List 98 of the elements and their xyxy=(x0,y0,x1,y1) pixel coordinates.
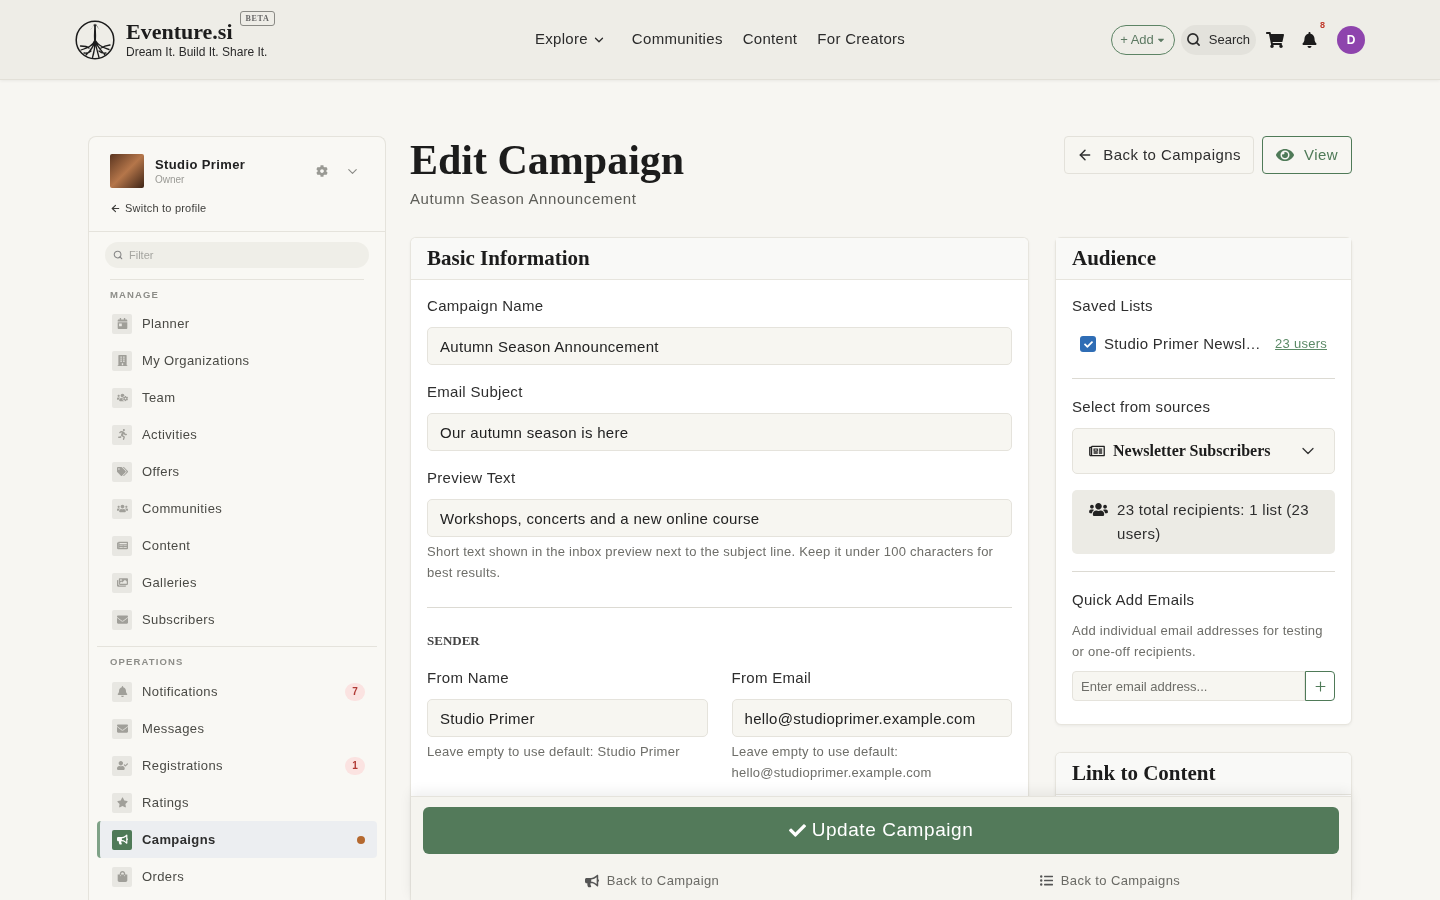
settings-icon[interactable] xyxy=(316,165,328,177)
list-icon xyxy=(1039,874,1053,888)
field-label: From Email xyxy=(731,668,813,688)
sidebar-item[interactable]: Orders xyxy=(97,858,377,895)
nav-link[interactable]: For Creators xyxy=(817,28,906,51)
tree-logo-icon[interactable] xyxy=(75,19,115,60)
profile-name: Studio Primer xyxy=(155,156,246,173)
profile-role: Owner xyxy=(155,173,186,186)
text-input[interactable]: Studio Primer xyxy=(427,699,708,737)
bell-icon xyxy=(112,681,132,702)
sidebar-item[interactable]: Galleries xyxy=(97,564,377,601)
help-text: Leave empty to use default: Studio Primer xyxy=(427,743,681,761)
text-input[interactable]: Our autumn season is here xyxy=(427,413,1012,451)
text-input[interactable]: hello@studioprimer.example.com xyxy=(731,699,1012,737)
beta-badge: BETA xyxy=(239,11,276,26)
field-label: Quick Add Emails xyxy=(1072,590,1196,610)
tags-icon xyxy=(112,461,132,482)
envelope-icon xyxy=(112,718,132,739)
filter-field[interactable]: Filter xyxy=(105,242,369,268)
eye-icon xyxy=(1275,147,1294,163)
sidebar-item[interactable]: Team xyxy=(97,379,377,416)
checkbox[interactable] xyxy=(1080,336,1096,352)
nav-link[interactable]: Explore xyxy=(534,28,606,51)
sidebar-item[interactable]: My Organizations xyxy=(97,342,377,379)
brand-tagline: Dream It. Build It. Share It. xyxy=(126,45,269,60)
sidebar-item[interactable]: Campaigns xyxy=(97,821,377,858)
people-group-icon xyxy=(112,498,132,519)
envelope-icon xyxy=(112,609,132,630)
shopping-bag-icon xyxy=(112,866,132,887)
source-dropdown[interactable]: Newsletter Subscribers xyxy=(1072,428,1335,474)
plus-icon xyxy=(1312,678,1328,694)
calendar-icon xyxy=(112,313,132,334)
check-icon xyxy=(1083,339,1093,349)
users-gear-icon xyxy=(112,387,132,408)
user-check-icon xyxy=(112,755,132,776)
card-title: Audience xyxy=(1072,244,1156,272)
field-label: From Name xyxy=(427,668,510,688)
sidebar-item[interactable]: Notifications 7 xyxy=(97,673,377,710)
sidebar-item[interactable]: Activities xyxy=(97,416,377,453)
notification-count: 8 xyxy=(1320,19,1326,30)
view-button[interactable]: View xyxy=(1261,136,1352,174)
section-heading: SENDER xyxy=(427,633,481,649)
back-button[interactable]: Back to Campaigns xyxy=(1064,136,1254,174)
newspaper-icon xyxy=(1089,444,1105,458)
photo-placeholder xyxy=(110,154,144,188)
sidebar-item[interactable]: Ratings xyxy=(97,784,377,821)
field-label: Campaign Name xyxy=(427,296,545,316)
sidebar-item[interactable]: Planner xyxy=(97,305,377,342)
images-icon xyxy=(112,572,132,593)
help-text: Add individual email addresses for testing or one-off recipients. xyxy=(1072,622,1324,661)
section-heading: OPERATIONS xyxy=(110,656,185,668)
people-group-icon xyxy=(1089,502,1108,517)
user-count-link[interactable]: 23 users xyxy=(1275,334,1327,354)
update-campaign-button[interactable]: Update Campaign xyxy=(423,807,1339,854)
back-link[interactable]: Back to Campaign xyxy=(584,871,720,891)
email-input[interactable]: Enter email address... xyxy=(1072,671,1305,701)
help-text: Short text shown in the inbox preview next to the subject line. Keep it under 100 characters for best results. xyxy=(427,543,995,582)
nav-link[interactable]: Communities xyxy=(631,28,723,51)
count-badge: 7 xyxy=(345,682,365,701)
switch-profile-link[interactable]: Switch to profile xyxy=(110,201,364,215)
megaphone-icon xyxy=(584,873,599,888)
building-icon xyxy=(112,350,132,371)
bell-icon[interactable] xyxy=(1302,31,1317,48)
sidebar-item[interactable]: Offers xyxy=(97,453,377,490)
help-text: Leave empty to use default: hello@studioprimer.example.com xyxy=(731,743,933,782)
newspaper-icon xyxy=(112,535,132,556)
sidebar-item[interactable]: Communities xyxy=(97,490,377,527)
brand-name[interactable]: Eventure.si xyxy=(126,19,233,45)
card-title: Basic Information xyxy=(427,244,590,272)
add-email-button[interactable] xyxy=(1305,671,1335,701)
nav-link[interactable]: Content xyxy=(742,28,798,51)
count-badge: 1 xyxy=(345,756,365,775)
page-title: Edit Campaign xyxy=(410,136,685,184)
cart-icon[interactable] xyxy=(1266,31,1284,48)
text-input[interactable]: Autumn Season Announcement xyxy=(427,327,1012,365)
megaphone-icon xyxy=(112,829,132,850)
search-button[interactable]: Search xyxy=(1180,24,1256,55)
search-icon xyxy=(113,250,123,260)
running-person-icon xyxy=(112,424,132,445)
check-icon xyxy=(788,822,806,839)
user-avatar[interactable]: D xyxy=(1337,25,1365,54)
search-icon xyxy=(1185,32,1201,47)
text-input[interactable]: Workshops, concerts and a new online course xyxy=(427,499,1012,537)
field-label: Email Subject xyxy=(427,382,524,402)
list-name: Studio Primer Newsl… xyxy=(1104,333,1261,354)
arrow-left-icon xyxy=(110,202,121,214)
card-title: Link to Content xyxy=(1072,759,1216,787)
back-link[interactable]: Back to Campaigns xyxy=(1039,871,1181,891)
sidebar-item[interactable]: Registrations 1 xyxy=(97,747,377,784)
field-label: Preview Text xyxy=(427,468,517,488)
sidebar-item[interactable]: Messages xyxy=(97,710,377,747)
field-label: Select from sources xyxy=(1072,397,1212,417)
sidebar-item[interactable]: Content xyxy=(97,527,377,564)
section-heading: MANAGE xyxy=(110,289,161,301)
page-subtitle: Autumn Season Announcement xyxy=(410,189,638,209)
summary-text: 23 total recipients: 1 list (23 users) xyxy=(1117,500,1310,544)
field-label: Saved Lists xyxy=(1072,296,1154,316)
sidebar-item[interactable]: Subscribers xyxy=(97,601,377,638)
